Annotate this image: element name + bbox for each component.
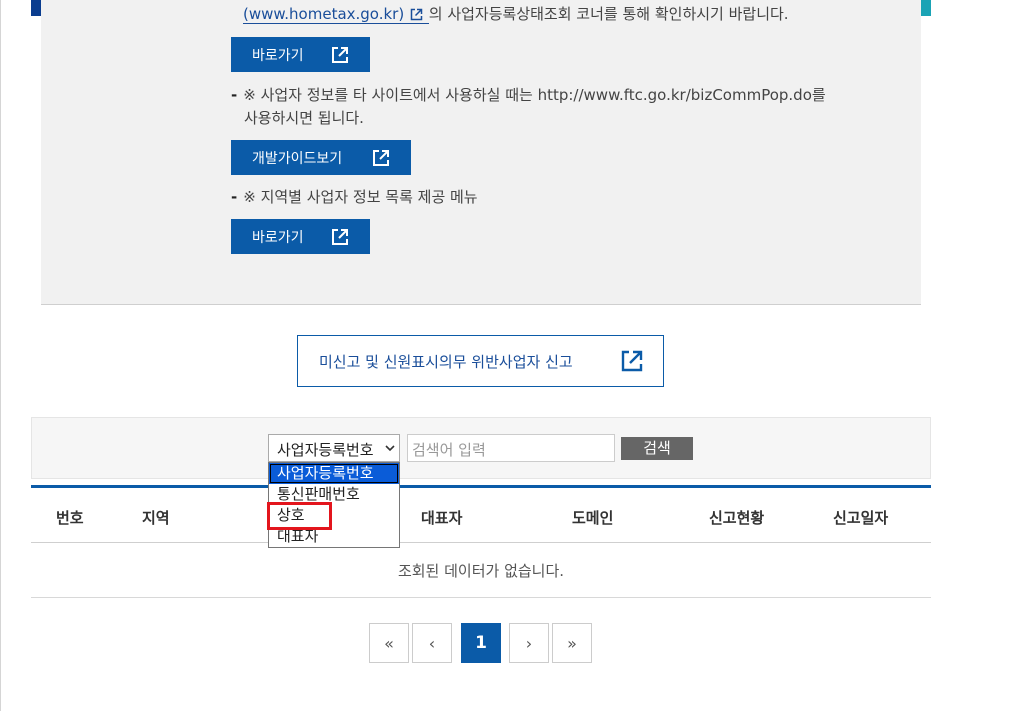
info-panel [41,0,921,305]
report-violation-label: 미신고 및 신원표시의무 위반사업자 신고 [319,353,573,371]
col-number: 번호 [56,509,84,527]
external-link-icon [621,350,643,372]
search-button[interactable]: 검색 [621,437,693,460]
external-link-icon [332,47,348,63]
external-link-icon [373,150,389,166]
goto-button-2-label: 바로가기 [252,229,304,246]
report-violation-button[interactable]: 미신고 및 신원표시의무 위반사업자 신고 [297,335,664,387]
col-representative: 대표자 [421,509,463,527]
hometax-link[interactable]: (www.hometax.go.kr) [243,5,429,24]
dev-guide-button[interactable]: 개발가이드보기 [231,140,411,175]
table-header: 번호 지역 대표자 도메인 신고현황 신고일자 [31,488,931,543]
chevron-down-icon [385,445,395,452]
page-1-button[interactable]: 1 [461,623,501,663]
external-link-icon [410,8,423,21]
dev-guide-button-label: 개발가이드보기 [252,150,343,167]
col-report-date: 신고일자 [833,509,889,527]
next-page-button[interactable]: › [509,623,549,663]
notice-2: - ※ 지역별 사업자 정보 목록 제공 메뉴 [231,187,478,207]
empty-message: 조회된 데이터가 없습니다. [397,562,565,580]
option-mail-order-number[interactable]: 통신판매번호 [269,484,399,505]
goto-button-2[interactable]: 바로가기 [231,219,370,254]
col-region: 지역 [142,509,170,527]
goto-button-1[interactable]: 바로가기 [231,37,370,72]
option-representative[interactable]: 대표자 [269,526,399,547]
option-company-name[interactable]: 상호 [269,505,399,526]
col-report-status: 신고현황 [709,509,765,527]
first-page-button[interactable]: « [369,623,409,663]
last-page-button[interactable]: » [552,623,592,663]
goto-button-1-label: 바로가기 [252,47,304,64]
option-business-reg-number[interactable]: 사업자등록번호 [269,463,399,484]
col-domain: 도메인 [572,509,614,527]
left-border [0,0,1,711]
notice-1-line2: 사용하시면 됩니다. [244,109,364,127]
search-type-select[interactable]: 사업자등록번호 [268,434,400,462]
search-type-value: 사업자등록번호 [277,441,374,459]
search-input[interactable]: 검색어 입력 [407,434,615,462]
table-bottom-border [31,597,931,598]
hometax-line: (www.hometax.go.kr) 의 사업자등록상태조회 코너를 통해 확… [243,4,789,24]
notice-2-text: ※ 지역별 사업자 정보 목록 제공 메뉴 [243,188,478,206]
prev-page-button[interactable]: ‹ [412,623,452,663]
search-type-dropdown: 사업자등록번호 통신판매번호 상호 대표자 [268,462,400,548]
top-right-accent [921,0,931,16]
notice-1-line1: ※ 사업자 정보를 타 사이트에서 사용하실 때는 http://www.ftc… [243,86,826,104]
hometax-suffix-text: 의 사업자등록상태조회 코너를 통해 확인하시기 바랍니다. [428,5,789,23]
bullet-dash: - [231,188,238,206]
bullet-dash: - [231,86,238,104]
notice-1: - ※ 사업자 정보를 타 사이트에서 사용하실 때는 http://www.ft… [231,85,826,105]
external-link-icon [332,229,348,245]
